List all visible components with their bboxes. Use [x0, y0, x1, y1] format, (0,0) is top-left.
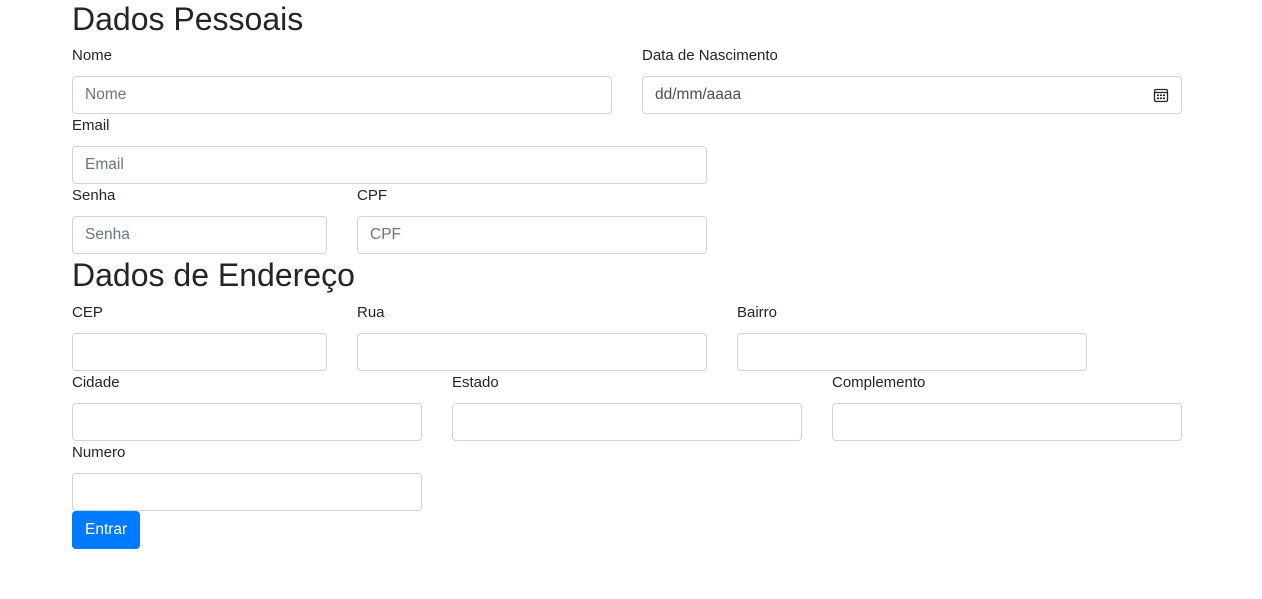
complemento-label: Complemento [832, 374, 926, 391]
nome-label: Nome [72, 47, 113, 64]
estado-label: Estado [452, 374, 499, 391]
cep-input[interactable] [72, 333, 327, 371]
estado-input[interactable] [452, 403, 802, 441]
personal-section-title: Dados Pessoais [72, 1, 304, 37]
nascimento-date-value: dd/mm/aaaa [655, 86, 742, 103]
numero-label: Numero [72, 444, 126, 461]
form-page: Dados Pessoais Nome Data de Nascimento d… [0, 0, 1262, 599]
cpf-label: CPF [357, 187, 387, 204]
email-label: Email [72, 117, 110, 134]
nome-input[interactable] [72, 76, 612, 114]
calendar-icon[interactable] [1153, 87, 1169, 103]
complemento-input[interactable] [832, 403, 1182, 441]
cidade-label: Cidade [72, 374, 120, 391]
email-input[interactable] [72, 146, 707, 184]
cep-label: CEP [72, 304, 103, 321]
bairro-label: Bairro [737, 304, 778, 321]
senha-input[interactable] [72, 216, 327, 254]
address-section-title: Dados de Endereço [72, 257, 355, 293]
nascimento-label: Data de Nascimento [642, 47, 778, 64]
cpf-input[interactable] [357, 216, 707, 254]
numero-input[interactable] [72, 473, 422, 511]
senha-label: Senha [72, 187, 116, 204]
rua-label: Rua [357, 304, 385, 321]
entrar-button[interactable]: Entrar [72, 511, 140, 549]
bairro-input[interactable] [737, 333, 1087, 371]
cidade-input[interactable] [72, 403, 422, 441]
nascimento-date-input[interactable]: dd/mm/aaaa [642, 76, 1182, 114]
rua-input[interactable] [357, 333, 707, 371]
